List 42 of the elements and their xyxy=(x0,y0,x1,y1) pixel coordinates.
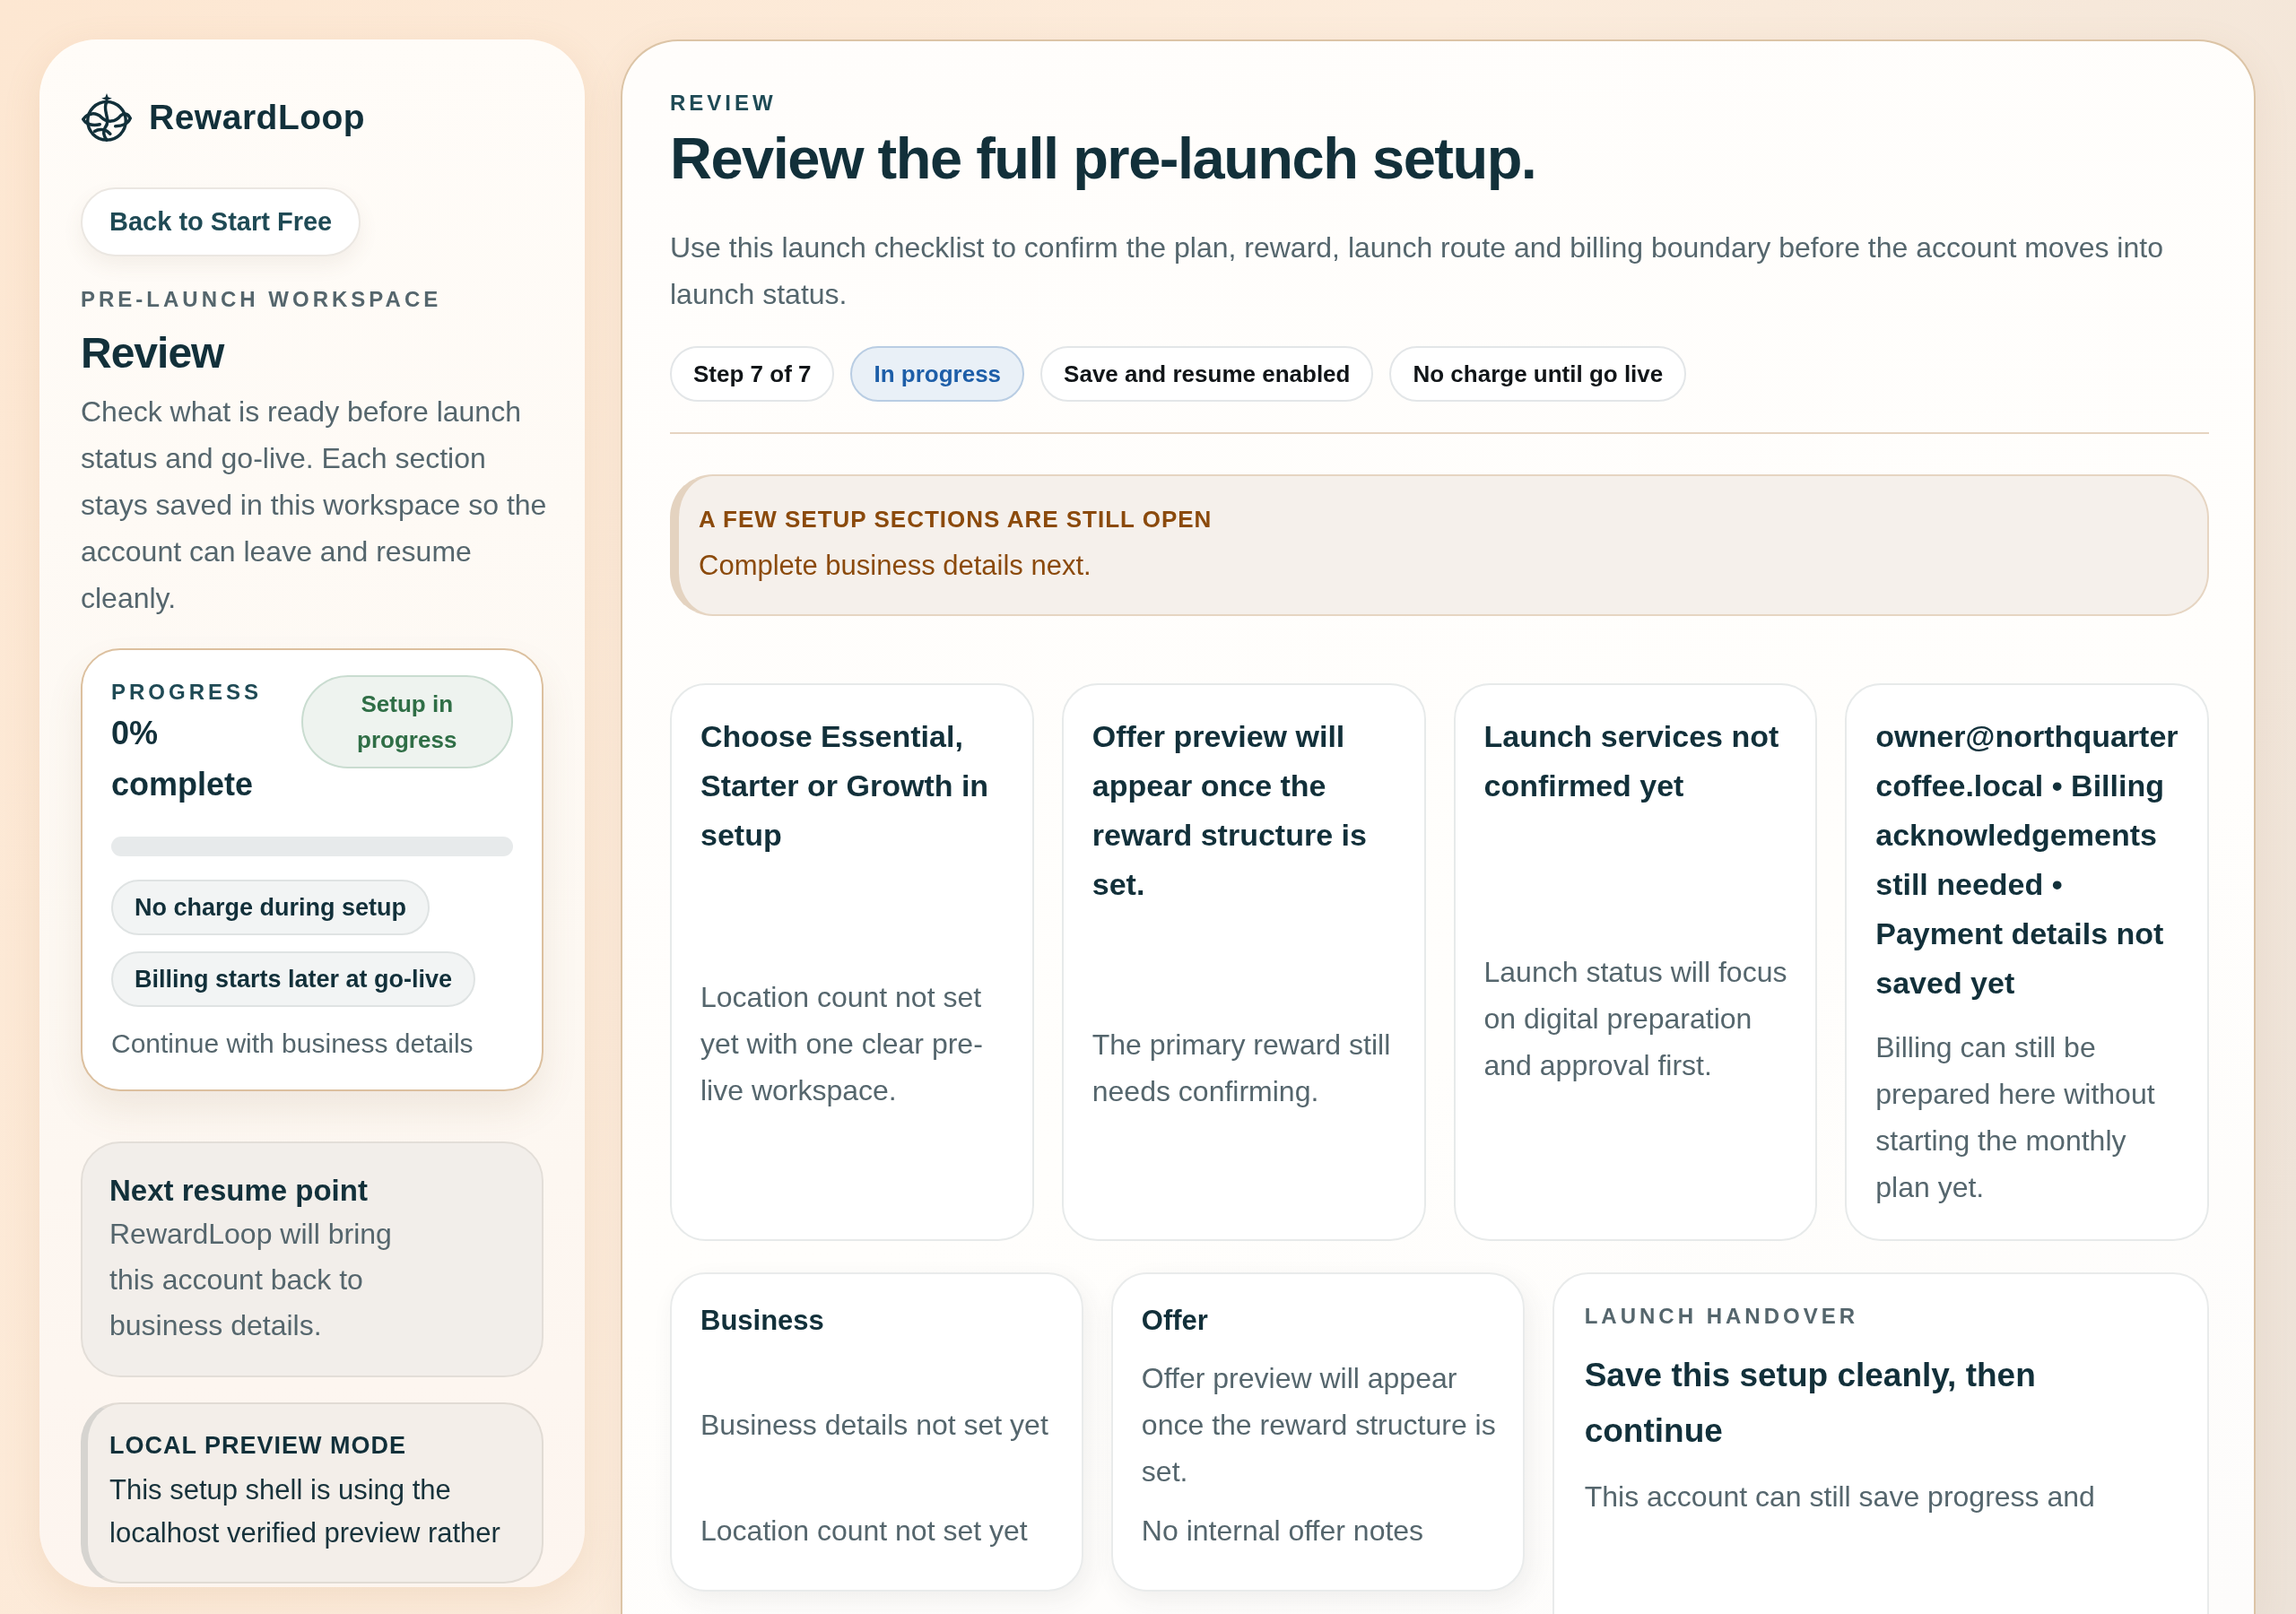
section-item: Location count not set yet xyxy=(700,1514,1029,1549)
section-item: Offer preview will appear once the reward structure is set. xyxy=(1141,1361,1497,1489)
alert-title: A FEW SETUP SECTIONS ARE STILL OPEN xyxy=(699,505,1213,534)
section-label: REVIEW xyxy=(670,90,778,117)
handover-text: This account can still save progress and xyxy=(1584,1480,2096,1514)
page-description: Use this launch checklist to confirm the plan, reward, launch route and billing boundary before the account moves into launch status. xyxy=(670,230,2164,312)
section-label: PRE-LAUNCH WORKSPACE xyxy=(81,286,443,313)
notice-text: This setup shell is using the localhost verified preview rather xyxy=(109,1473,501,1550)
section-item: Business details not set yet xyxy=(700,1408,1049,1443)
notice-title: LOCAL PREVIEW MODE xyxy=(109,1431,408,1461)
resume-text: RewardLoop will bring this account back to business details. xyxy=(109,1217,393,1343)
progress-value: 0% complete xyxy=(111,714,255,804)
card-title: Choose Essential, Starter or Growth in setup xyxy=(700,718,990,854)
logo-icon xyxy=(81,91,133,143)
section-title: Business xyxy=(700,1304,825,1338)
back-button[interactable]: Back to Start Free xyxy=(81,187,361,256)
card-text: Location count not set yet with one clear pre-live workspace. xyxy=(700,979,984,1108)
info-chip: No charge until go live xyxy=(1389,346,1687,402)
info-chip: No charge during setup xyxy=(111,880,430,935)
resume-title: Next resume point xyxy=(109,1173,369,1209)
next-step-text: Continue with business details xyxy=(111,1028,474,1060)
progress-label: PROGRESS xyxy=(111,679,264,706)
info-chip: Step 7 of 7 xyxy=(670,346,835,402)
page-title: Review the full pre-launch setup. xyxy=(670,126,1537,192)
info-chip: Save and resume enabled xyxy=(1040,346,1374,402)
section-item: No internal offer notes xyxy=(1141,1514,1425,1549)
sidebar-title: Review xyxy=(81,328,226,378)
info-chip: Billing starts later at go-live xyxy=(111,951,476,1007)
handover-title: Save this setup cleanly, then continue xyxy=(1584,1356,2037,1451)
status-badge: Setup in progress xyxy=(300,675,513,768)
card-title: Launch services not confirmed yet xyxy=(1483,718,1780,804)
card-text: Launch status will focus on digital preparation and approval first. xyxy=(1483,955,1788,1083)
alert-text: Complete business details next. xyxy=(699,549,1092,583)
card-text: The primary reward still needs confirming. xyxy=(1091,1028,1392,1109)
brand-name: RewardLoop xyxy=(149,98,366,137)
status-chip: In progress xyxy=(850,346,1025,402)
card-title: Offer preview will appear once the reward structure is set. xyxy=(1091,718,1368,903)
section-title: Offer xyxy=(1141,1304,1209,1338)
card-text: Billing can still be prepared here without starting the monthly plan yet. xyxy=(1875,1030,2156,1205)
card-title: owner@northquartercoffee.local • Billing acknowledgements still needed • Payment details not saved yet xyxy=(1875,718,2179,1002)
sidebar-description: Check what is ready before launch status and go-live. Each section stays saved in this workspace so the account can leave and resume cleanly. xyxy=(81,395,548,616)
handover-label: LAUNCH HANDOVER xyxy=(1584,1303,1860,1330)
